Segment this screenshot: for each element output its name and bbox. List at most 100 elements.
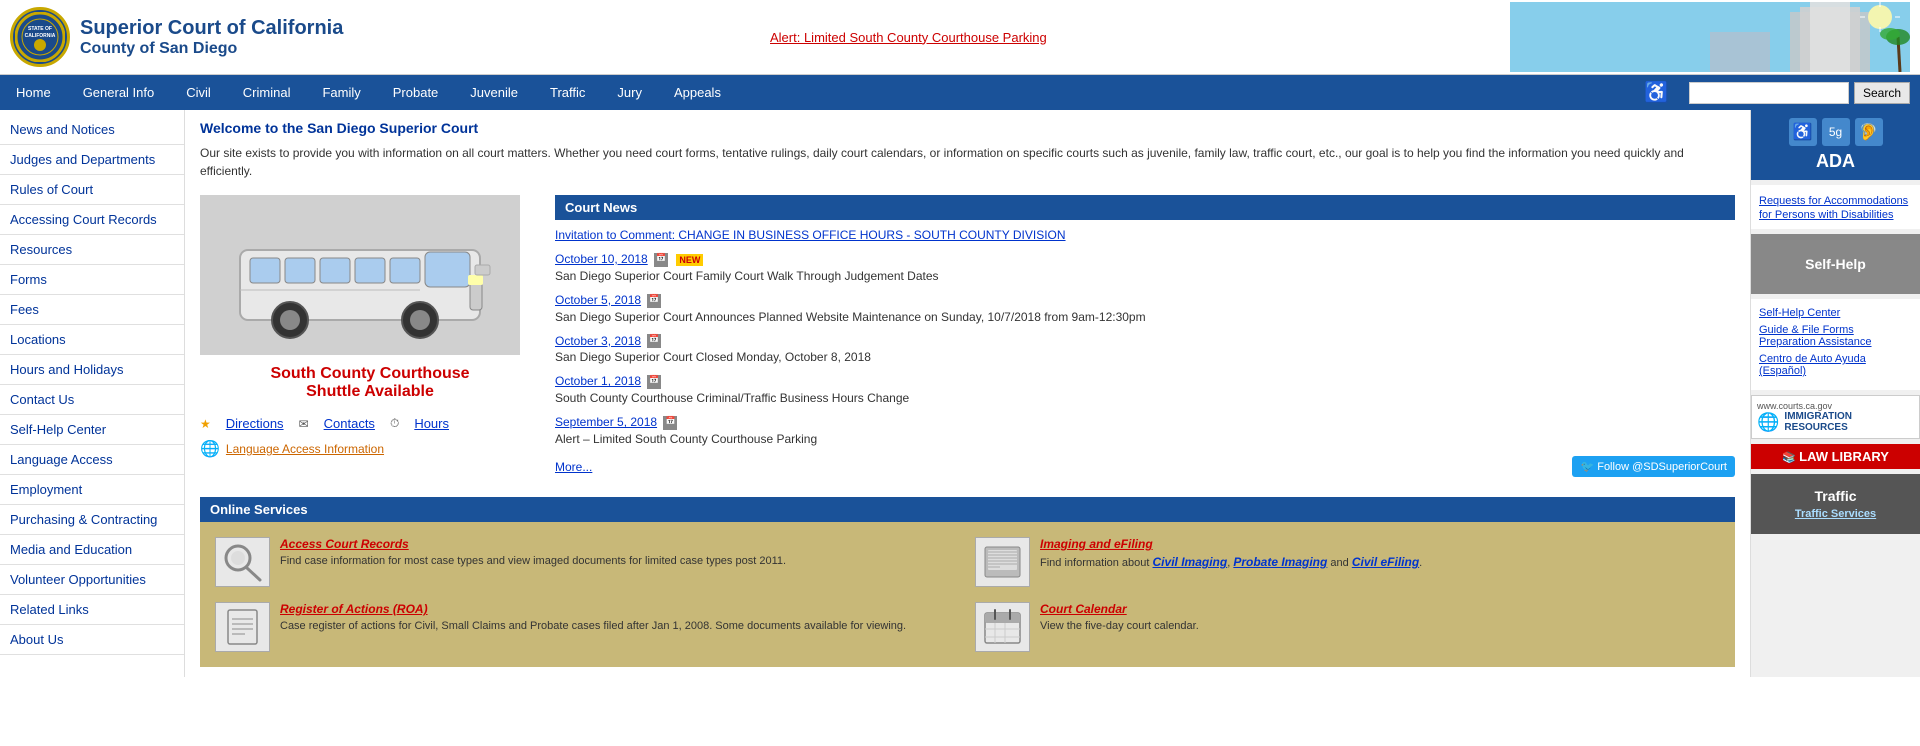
service-link-records[interactable]: Access Court Records xyxy=(280,537,409,551)
court-name-line1: Superior Court of California xyxy=(80,17,343,40)
sidebar-item-selfhelp[interactable]: Self-Help Center xyxy=(0,415,184,445)
court-seal: STATE OF CALIFORNIA xyxy=(10,7,70,67)
traffic-services-link[interactable]: Traffic Services xyxy=(1795,508,1876,520)
probate-imaging-link[interactable]: Probate Imaging xyxy=(1233,555,1327,569)
language-access-link[interactable]: Language Access Information xyxy=(226,442,384,456)
sidebar-item-news[interactable]: News and Notices xyxy=(0,115,184,145)
guide-file-link[interactable]: Guide & File Forms Preparation Assistanc… xyxy=(1759,324,1912,348)
service-content-records: Access Court Records Find case informati… xyxy=(280,537,786,569)
content-area: Welcome to the San Diego Superior Court … xyxy=(185,110,1750,677)
accessibility-icon[interactable]: ♿ xyxy=(1634,80,1679,105)
service-item-roa: Register of Actions (ROA) Case register … xyxy=(215,602,960,652)
clock-icon: ⏱ xyxy=(390,416,399,431)
service-link-imaging[interactable]: Imaging and eFiling xyxy=(1040,537,1153,551)
news-item-3: October 3, 2018 📅 San Diego Superior Cou… xyxy=(555,334,1735,365)
sidebar-item-resources[interactable]: Resources xyxy=(0,235,184,265)
search-button[interactable]: Search xyxy=(1854,82,1910,104)
nav-jury[interactable]: Jury xyxy=(601,77,658,108)
contacts-link[interactable]: Contacts xyxy=(324,416,375,431)
hours-link[interactable]: Hours xyxy=(414,416,449,431)
news-date-link-2[interactable]: October 5, 2018 xyxy=(555,293,641,307)
news-body-1: San Diego Superior Court Family Court Wa… xyxy=(555,269,1735,283)
news-body-5: Alert – Limited South County Courthouse … xyxy=(555,432,1735,446)
nav-probate[interactable]: Probate xyxy=(377,77,455,108)
sidebar-item-contact[interactable]: Contact Us xyxy=(0,385,184,415)
calendar-icon-4: 📅 xyxy=(647,375,661,389)
centro-link[interactable]: Centro de Auto Ayuda (Español) xyxy=(1759,353,1912,377)
court-news-section: Court News Invitation to Comment: CHANGE… xyxy=(555,195,1735,477)
header-logo: STATE OF CALIFORNIA Superior Court of Ca… xyxy=(10,7,750,67)
immigration-url: www.courts.ca.gov xyxy=(1757,401,1914,411)
news-item-1: October 10, 2018 📅 NEW San Diego Superio… xyxy=(555,252,1735,283)
calendar-icon-1: 📅 xyxy=(654,253,668,267)
service-icon-records xyxy=(215,537,270,587)
nav-criminal[interactable]: Criminal xyxy=(227,77,307,108)
nav-general-info[interactable]: General Info xyxy=(67,77,171,108)
news-headline-link[interactable]: Invitation to Comment: CHANGE IN BUSINES… xyxy=(555,228,1066,242)
nav-family[interactable]: Family xyxy=(306,77,376,108)
wheelchair-icon: ♿ xyxy=(1789,118,1817,146)
self-help-label: Self-Help xyxy=(1805,256,1866,272)
directions-link[interactable]: Directions xyxy=(226,416,284,431)
nav-traffic[interactable]: Traffic xyxy=(534,77,601,108)
right-sidebar: ♿ 5g 🦻 ADA Requests for Accommodations f… xyxy=(1750,110,1920,677)
search-box: Search xyxy=(1679,82,1920,104)
service-link-calendar[interactable]: Court Calendar xyxy=(1040,602,1127,616)
ear-icon: 🦻 xyxy=(1855,118,1883,146)
news-more-link[interactable]: More... xyxy=(555,460,592,474)
sidebar-item-locations[interactable]: Locations xyxy=(0,325,184,355)
service-item-records: Access Court Records Find case informati… xyxy=(215,537,960,587)
sidebar-item-media[interactable]: Media and Education xyxy=(0,535,184,565)
news-date-link-3[interactable]: October 3, 2018 xyxy=(555,334,641,348)
civil-imaging-link[interactable]: Civil Imaging xyxy=(1153,555,1228,569)
ada-accommodation-link[interactable]: Requests for Accommodations for Persons … xyxy=(1759,195,1908,221)
globe-icon: 🌐 xyxy=(200,439,220,459)
self-help-center-link[interactable]: Self-Help Center xyxy=(1759,307,1912,319)
nav-civil[interactable]: Civil xyxy=(170,77,227,108)
sidebar-item-rules[interactable]: Rules of Court xyxy=(0,175,184,205)
nav-appeals[interactable]: Appeals xyxy=(658,77,737,108)
nav-home[interactable]: Home xyxy=(0,77,67,108)
law-library-label: LAW LIBRARY xyxy=(1799,449,1889,464)
news-item-headline: Invitation to Comment: CHANGE IN BUSINES… xyxy=(555,228,1735,242)
sidebar-item-purchasing[interactable]: Purchasing & Contracting xyxy=(0,505,184,535)
sidebar-item-links[interactable]: Related Links xyxy=(0,595,184,625)
sidebar-item-volunteer[interactable]: Volunteer Opportunities xyxy=(0,565,184,595)
navigation-bar: Home General Info Civil Criminal Family … xyxy=(0,75,1920,110)
shuttle-image xyxy=(200,195,520,355)
news-date-link-5[interactable]: September 5, 2018 xyxy=(555,415,657,429)
traffic-section: Traffic Traffic Services xyxy=(1751,474,1920,534)
shuttle-text: South County Courthouse Shuttle Availabl… xyxy=(200,365,540,401)
sidebar-item-forms[interactable]: Forms xyxy=(0,265,184,295)
alert-link[interactable]: Alert: Limited South County Courthouse P… xyxy=(770,30,1047,45)
service-desc-calendar: View the five-day court calendar. xyxy=(1040,619,1199,634)
courthouse-image xyxy=(1510,2,1910,72)
shuttle-section: South County Courthouse Shuttle Availabl… xyxy=(200,195,540,477)
calendar-icon-2: 📅 xyxy=(647,294,661,308)
twitter-follow-button[interactable]: 🐦 Follow @SDSuperiorCourt xyxy=(1572,456,1735,477)
news-date-link-1[interactable]: October 10, 2018 xyxy=(555,252,648,266)
immigration-section: www.courts.ca.gov 🌐 IMMIGRATION RESOURCE… xyxy=(1751,395,1920,439)
sidebar-item-hours[interactable]: Hours and Holidays xyxy=(0,355,184,385)
star-icon: ★ xyxy=(200,417,211,431)
news-date-link-4[interactable]: October 1, 2018 xyxy=(555,374,641,388)
nav-juvenile[interactable]: Juvenile xyxy=(454,77,534,108)
sidebar-item-fees[interactable]: Fees xyxy=(0,295,184,325)
hearing-icon: 5g xyxy=(1822,118,1850,146)
sidebar-item-records[interactable]: Accessing Court Records xyxy=(0,205,184,235)
service-content-roa: Register of Actions (ROA) Case register … xyxy=(280,602,906,634)
service-link-roa[interactable]: Register of Actions (ROA) xyxy=(280,602,428,616)
svg-text:STATE OF: STATE OF xyxy=(28,26,52,32)
sidebar-item-judges[interactable]: Judges and Departments xyxy=(0,145,184,175)
sidebar-item-language[interactable]: Language Access xyxy=(0,445,184,475)
welcome-title: Welcome to the San Diego Superior Court xyxy=(200,120,1735,136)
service-icon-roa xyxy=(215,602,270,652)
online-services-body: Access Court Records Find case informati… xyxy=(200,522,1735,667)
service-desc-records: Find case information for most case type… xyxy=(280,554,786,569)
sidebar-item-employment[interactable]: Employment xyxy=(0,475,184,505)
civil-efiling-link[interactable]: Civil eFiling xyxy=(1352,555,1419,569)
search-input[interactable] xyxy=(1689,82,1849,104)
sidebar-item-about[interactable]: About Us xyxy=(0,625,184,655)
news-body-2: San Diego Superior Court Announces Plann… xyxy=(555,310,1735,324)
welcome-text: Our site exists to provide you with info… xyxy=(200,144,1735,180)
